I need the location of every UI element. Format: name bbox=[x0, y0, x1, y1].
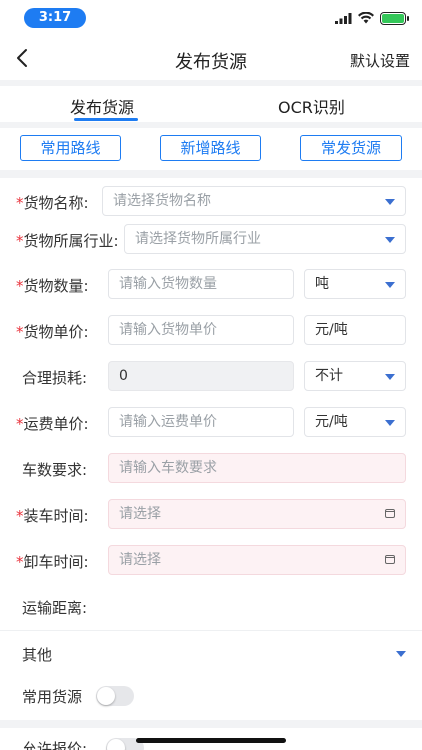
signal-icon bbox=[335, 12, 352, 24]
allow-quote-label: 允许报价: bbox=[22, 740, 88, 750]
status-bar: 3:17 bbox=[0, 0, 422, 36]
quantity-label: *货物数量: bbox=[16, 277, 89, 295]
industry-select[interactable]: 请选择货物所属行业 bbox=[124, 224, 406, 254]
caret-down-icon bbox=[385, 282, 395, 288]
frequent-cargo-button[interactable]: 常发货源 bbox=[300, 135, 402, 161]
row-other[interactable]: 其他 bbox=[0, 638, 422, 668]
calendar-icon bbox=[385, 509, 395, 518]
freight-price-label: *运费单价: bbox=[16, 415, 89, 433]
status-time: 3:17 bbox=[24, 8, 86, 28]
common-cargo-label: 常用货源 bbox=[22, 688, 83, 706]
other-label: 其他 bbox=[22, 646, 53, 664]
load-time-picker[interactable]: 请选择 bbox=[108, 499, 406, 529]
quantity-input[interactable]: 请输入货物数量 bbox=[108, 269, 294, 299]
caret-down-icon bbox=[385, 237, 395, 243]
distance-label: 运输距离: bbox=[22, 599, 88, 617]
wifi-icon bbox=[358, 12, 374, 24]
loss-input[interactable]: 0 bbox=[108, 361, 294, 391]
cargo-name-select[interactable]: 请选择货物名称 bbox=[102, 186, 406, 216]
tab-active-indicator bbox=[74, 118, 138, 121]
cargo-name-label: *货物名称: bbox=[16, 194, 89, 212]
freight-unit-select[interactable]: 元/吨 bbox=[304, 407, 406, 437]
caret-down-icon bbox=[396, 651, 406, 657]
freight-price-input[interactable]: 请输入运费单价 bbox=[108, 407, 294, 437]
divider bbox=[0, 630, 422, 631]
load-time-label: *装车时间: bbox=[16, 507, 89, 525]
tab-ocr[interactable]: OCR识别 bbox=[278, 94, 345, 118]
unit-price-input[interactable]: 请输入货物单价 bbox=[108, 315, 294, 345]
add-route-button[interactable]: 新增路线 bbox=[160, 135, 261, 161]
cargo-form: *货物名称: 请选择货物名称 *货物所属行业: 请选择货物所属行业 *货物数量:… bbox=[0, 178, 422, 720]
loss-label: 合理损耗: bbox=[22, 369, 88, 387]
unit-price-unit[interactable]: 元/吨 bbox=[304, 315, 406, 345]
nav-bar: 发布货源 默认设置 bbox=[0, 36, 422, 80]
common-routes-button[interactable]: 常用路线 bbox=[20, 135, 121, 161]
common-cargo-toggle[interactable] bbox=[96, 686, 134, 706]
tab-bar: 发布货源 OCR识别 bbox=[0, 86, 422, 122]
default-settings-button[interactable]: 默认设置 bbox=[350, 50, 410, 71]
battery-icon bbox=[380, 11, 409, 25]
caret-down-icon bbox=[385, 420, 395, 426]
loss-option-select[interactable]: 不计 bbox=[304, 361, 406, 391]
quantity-unit-select[interactable]: 吨 bbox=[304, 269, 406, 299]
unload-time-picker[interactable]: 请选择 bbox=[108, 545, 406, 575]
truck-count-label: 车数要求: bbox=[22, 461, 88, 479]
unit-price-label: *货物单价: bbox=[16, 323, 89, 341]
industry-label: *货物所属行业: bbox=[16, 232, 119, 250]
caret-down-icon bbox=[385, 374, 395, 380]
status-icons bbox=[335, 10, 409, 26]
tab-publish[interactable]: 发布货源 bbox=[70, 94, 134, 118]
route-button-bar: 常用路线 新增路线 常发货源 bbox=[0, 128, 422, 170]
home-indicator bbox=[136, 738, 286, 743]
unload-time-label: *卸车时间: bbox=[16, 553, 89, 571]
calendar-icon bbox=[385, 555, 395, 564]
caret-down-icon bbox=[385, 199, 395, 205]
truck-count-input[interactable]: 请输入车数要求 bbox=[108, 453, 406, 483]
